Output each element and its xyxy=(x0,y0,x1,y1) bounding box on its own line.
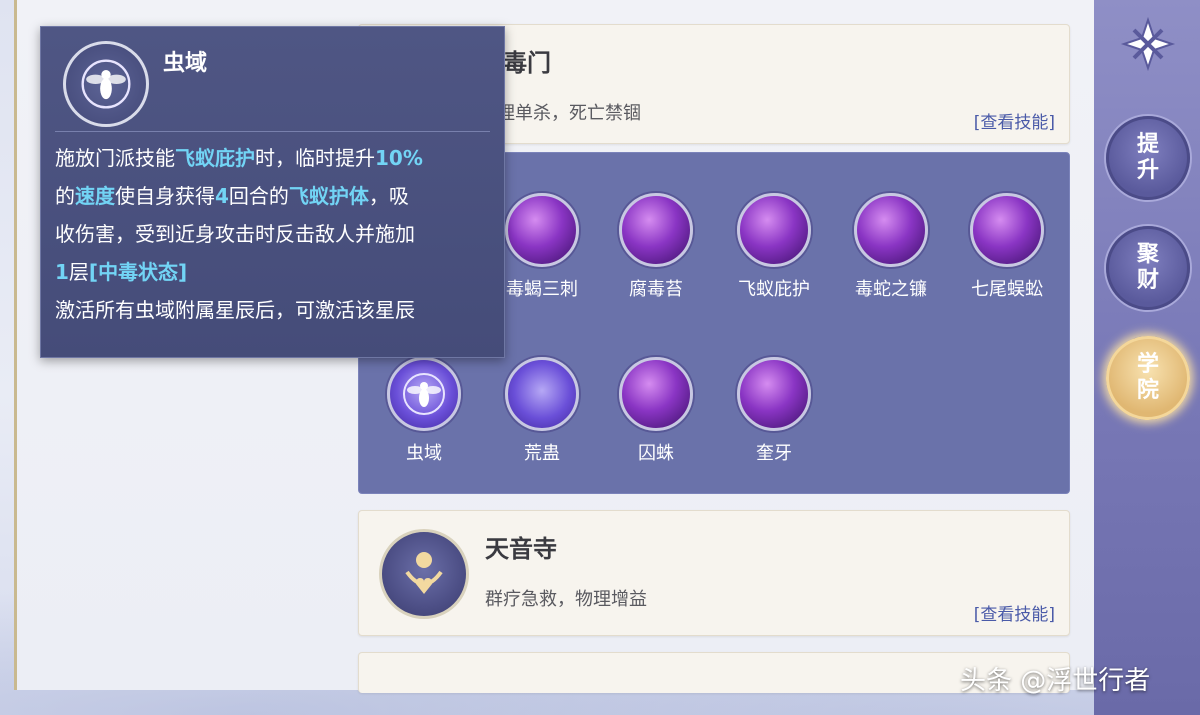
watermark: 头条 @浮世行者 xyxy=(960,666,1151,696)
tooltip-line: 施放门派技能飞蚁庇护时，临时提升10% xyxy=(55,146,423,170)
centipede-skill-icon xyxy=(970,193,1044,267)
skill-item-selected[interactable]: 虫域 xyxy=(379,357,469,465)
skill-label: 荒蛊 xyxy=(524,443,560,464)
tooltip-line: 的速度使自身获得4回合的飞蚁护体，吸 xyxy=(55,184,409,208)
scorpion-skill-icon xyxy=(505,193,579,267)
fang-skill-icon xyxy=(737,357,811,431)
skill-item[interactable]: 囚蛛 xyxy=(611,357,701,465)
skill-item[interactable]: 奎牙 xyxy=(729,357,819,465)
sect-card-tianyin[interactable]: 天音寺 群疗急救，物理增益 [查看技能] xyxy=(358,510,1070,636)
skill-label: 奎牙 xyxy=(756,443,792,464)
academy-button[interactable]: 学院 xyxy=(1106,336,1190,420)
skill-label: 囚蛛 xyxy=(638,443,674,464)
skill-label: 毒蝎三刺 xyxy=(506,279,578,300)
skill-label: 腐毒苔 xyxy=(629,279,683,300)
close-icon[interactable] xyxy=(1116,12,1180,76)
tooltip-title: 虫域 xyxy=(163,51,208,76)
moss-skill-icon xyxy=(619,193,693,267)
skill-label: 毒蛇之镰 xyxy=(855,279,927,300)
tooltip-line: 收伤害，受到近身攻击时反击敌人并施加 xyxy=(55,222,415,246)
skill-item[interactable]: 七尾蜈蚣 xyxy=(962,193,1052,301)
skill-item[interactable]: 腐毒苔 xyxy=(611,193,701,301)
tooltip-line: 激活所有虫域附属星辰后，可激活该星辰 xyxy=(55,298,415,322)
skill-item[interactable]: 毒蛇之镰 xyxy=(846,193,936,301)
skill-label: 七尾蜈蚣 xyxy=(971,279,1043,300)
bee-skill-icon xyxy=(387,357,461,431)
ant-shield-skill-icon xyxy=(737,193,811,267)
view-skills-link[interactable]: [查看技能] xyxy=(974,600,1055,625)
skill-label: 飞蚁庇护 xyxy=(738,279,810,300)
spider-skill-icon xyxy=(619,357,693,431)
skill-item[interactable]: 毒蝎三刺 xyxy=(497,193,587,301)
tooltip-description: 施放门派技能飞蚁庇护时，临时提升10% 的速度使自身获得4回合的飞蚁护体，吸 收… xyxy=(55,139,495,329)
view-skills-link[interactable]: [查看技能] xyxy=(974,108,1055,133)
heart-person-icon xyxy=(405,552,443,594)
skill-item[interactable]: 飞蚁庇护 xyxy=(729,193,819,301)
flower-skill-icon xyxy=(505,357,579,431)
tooltip-line: 1层[中毒状态] xyxy=(55,260,188,284)
right-sidebar: 提升 聚财 学院 xyxy=(1094,0,1200,715)
snake-scythe-skill-icon xyxy=(854,193,928,267)
sect-desc: 群疗急救，物理增益 xyxy=(485,589,647,610)
sect-title: 天音寺 xyxy=(485,535,557,563)
wealth-button[interactable]: 聚财 xyxy=(1106,226,1190,310)
skill-item[interactable]: 荒蛊 xyxy=(497,357,587,465)
divider xyxy=(55,131,490,132)
skill-label: 虫域 xyxy=(406,443,442,464)
upgrade-button[interactable]: 提升 xyxy=(1106,116,1190,200)
tianyin-emblem-icon xyxy=(379,529,469,619)
bee-icon xyxy=(63,41,149,127)
bee-glyph xyxy=(81,59,131,109)
skill-tooltip: 虫域 施放门派技能飞蚁庇护时，临时提升10% 的速度使自身获得4回合的飞蚁护体，… xyxy=(40,26,505,358)
bee-icon xyxy=(403,373,445,415)
